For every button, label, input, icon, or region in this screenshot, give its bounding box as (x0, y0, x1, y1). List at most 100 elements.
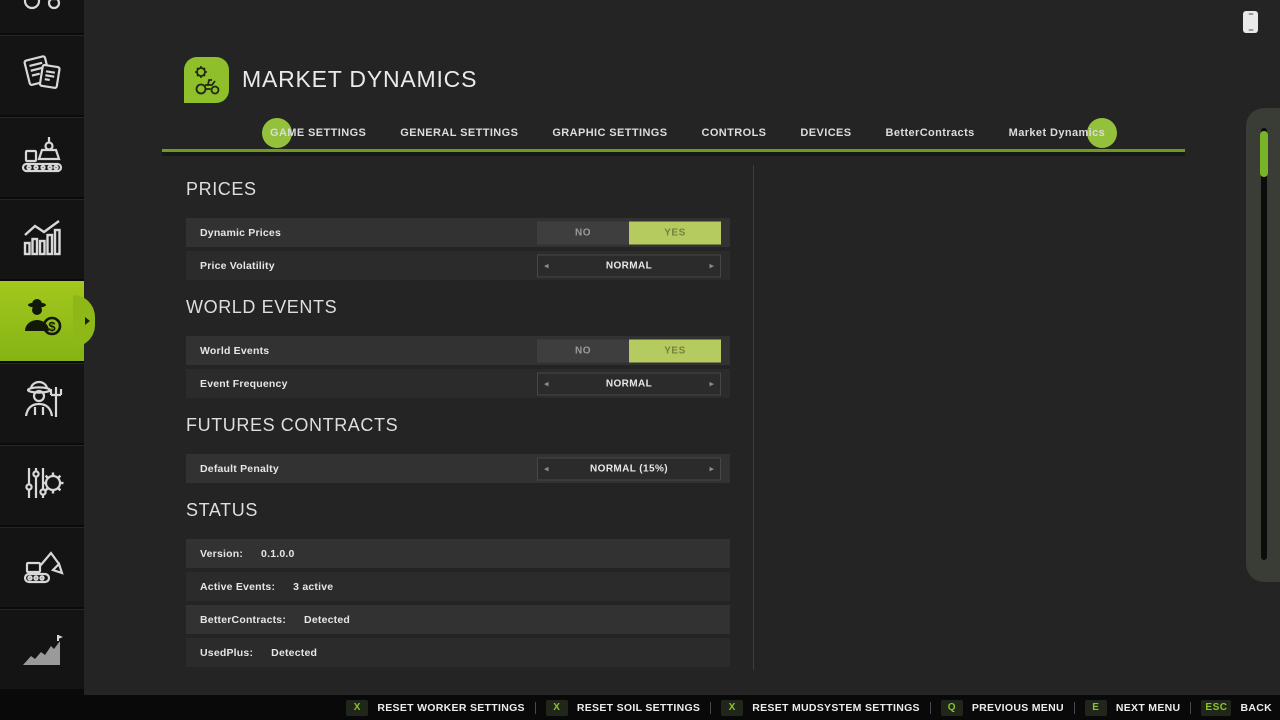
event-frequency-selector[interactable]: ◂ NORMAL ▸ (537, 372, 721, 395)
production-icon (18, 131, 66, 184)
status-row-bettercontracts: BetterContracts: Detected (186, 605, 730, 634)
selector-value: NORMAL (606, 378, 652, 389)
selector-prev-icon[interactable]: ◂ (544, 261, 549, 270)
tab-game-settings[interactable]: GAME SETTINGS (270, 127, 366, 139)
reset-worker-settings-button[interactable]: X RESET WORKER SETTINGS (346, 700, 524, 716)
sidebar-item-statistics[interactable] (0, 199, 84, 279)
sidebar-item-market-dynamics[interactable]: $ (0, 281, 84, 361)
settings-gear-icon (18, 459, 66, 512)
active-tab-arrow-icon (85, 317, 90, 325)
page-title: MARKET DYNAMICS (242, 66, 477, 93)
settings-panel: PRICES Dynamic Prices NO YES Price Volat… (186, 178, 730, 671)
status-row-active-events: Active Events: 3 active (186, 572, 730, 601)
section-title-status: STATUS (186, 499, 730, 521)
toggle-yes-button[interactable]: YES (629, 221, 721, 244)
scrollbar-panel (1246, 108, 1280, 582)
selector-value: NORMAL (606, 260, 652, 271)
tab-controls[interactable]: CONTROLS (702, 127, 767, 139)
default-penalty-selector[interactable]: ◂ NORMAL (15%) ▸ (537, 457, 721, 480)
reset-mudsystem-settings-button[interactable]: X RESET MUDSYSTEM SETTINGS (721, 700, 920, 716)
section-title-futures-contracts: FUTURES CONTRACTS (186, 414, 730, 436)
key-badge-e: E (1085, 700, 1107, 716)
status-label: Active Events: (200, 581, 275, 593)
status-label: Version: (200, 548, 243, 560)
tab-devices[interactable]: DEVICES (800, 127, 851, 139)
status-label: BetterContracts: (200, 614, 286, 626)
status-value: 3 active (293, 581, 333, 593)
setting-row-default-penalty: Default Penalty ◂ NORMAL (15%) ▸ (186, 454, 730, 483)
previous-menu-button[interactable]: Q PREVIOUS MENU (941, 700, 1064, 716)
setting-row-dynamic-prices: Dynamic Prices NO YES (186, 218, 730, 247)
setting-label: World Events (200, 345, 269, 357)
setting-label: Event Frequency (200, 378, 288, 390)
phone-button (1248, 29, 1253, 31)
selector-value: NORMAL (15%) (590, 463, 668, 474)
status-value: Detected (304, 614, 350, 626)
toggle-no-button[interactable]: NO (537, 339, 629, 362)
selector-next-icon[interactable]: ▸ (709, 261, 714, 270)
setting-label: Dynamic Prices (200, 227, 281, 239)
reset-soil-settings-button[interactable]: X RESET SOIL SETTINGS (546, 700, 700, 716)
key-badge-esc: ESC (1201, 700, 1231, 716)
section-title-prices: PRICES (186, 178, 730, 200)
dynamic-prices-toggle: NO YES (537, 221, 721, 244)
tab-underline-shadow (162, 152, 1185, 156)
price-volatility-selector[interactable]: ◂ NORMAL ▸ (537, 254, 721, 277)
legend-separator (535, 702, 536, 714)
statistics-icon (18, 213, 66, 266)
sidebar-item-mod-settings[interactable] (0, 445, 84, 525)
selector-prev-icon[interactable]: ◂ (544, 464, 549, 473)
content-divider (753, 165, 754, 670)
phone-speaker (1248, 13, 1253, 15)
status-row-version: Version: 0.1.0.0 (186, 539, 730, 568)
next-menu-button[interactable]: E NEXT MENU (1085, 700, 1181, 716)
selector-prev-icon[interactable]: ◂ (544, 379, 549, 388)
key-badge-x: X (721, 700, 743, 716)
tab-general-settings[interactable]: GENERAL SETTINGS (400, 127, 518, 139)
game-settings-screen: $ (0, 0, 1280, 720)
legend-separator (930, 702, 931, 714)
tab-graphic-settings[interactable]: GRAPHIC SETTINGS (552, 127, 667, 139)
terrain-chart-icon (18, 623, 66, 676)
key-badge-q: Q (941, 700, 963, 716)
vehicle-icon (18, 0, 66, 20)
toggle-yes-button[interactable]: YES (629, 339, 721, 362)
tab-bar: GAME SETTINGS GENERAL SETTINGS GRAPHIC S… (270, 120, 1105, 146)
legend-separator (1190, 702, 1191, 714)
legend-separator (710, 702, 711, 714)
tab-bettercontracts[interactable]: BetterContracts (886, 127, 975, 139)
setting-row-price-volatility: Price Volatility ◂ NORMAL ▸ (186, 251, 730, 280)
legend-separator (1074, 702, 1075, 714)
world-events-toggle: NO YES (537, 339, 721, 362)
sidebar-item-workers[interactable] (0, 363, 84, 443)
status-row-usedplus: UsedPlus: Detected (186, 638, 730, 667)
key-badge-x: X (346, 700, 368, 716)
excavator-icon (18, 541, 66, 594)
contracts-icon (18, 49, 66, 102)
active-tab-bubble (73, 295, 95, 347)
sidebar-item-vehicle[interactable] (0, 0, 84, 33)
status-label: UsedPlus: (200, 647, 253, 659)
selector-next-icon[interactable]: ▸ (709, 379, 714, 388)
sidebar-item-terrain[interactable] (0, 609, 84, 689)
scrollbar-track[interactable] (1261, 128, 1267, 560)
scrollbar-thumb[interactable] (1260, 131, 1268, 177)
market-money-icon: $ (18, 295, 66, 348)
setting-label: Price Volatility (200, 260, 275, 272)
setting-row-event-frequency: Event Frequency ◂ NORMAL ▸ (186, 369, 730, 398)
svg-text:$: $ (48, 319, 56, 334)
status-value: 0.1.0.0 (261, 548, 295, 560)
mod-logo-icon (184, 57, 229, 103)
selector-next-icon[interactable]: ▸ (709, 464, 714, 473)
sidebar-item-terraforming[interactable] (0, 527, 84, 607)
setting-label: Default Penalty (200, 463, 279, 475)
sidebar-item-production[interactable] (0, 117, 84, 197)
sidebar: $ (0, 0, 84, 720)
toggle-no-button[interactable]: NO (537, 221, 629, 244)
section-title-world-events: WORLD EVENTS (186, 296, 730, 318)
tab-market-dynamics[interactable]: Market Dynamics (1009, 127, 1106, 139)
back-button[interactable]: ESC BACK (1201, 700, 1272, 716)
sidebar-item-contracts[interactable] (0, 35, 84, 115)
farmer-icon (18, 377, 66, 430)
setting-row-world-events: World Events NO YES (186, 336, 730, 365)
